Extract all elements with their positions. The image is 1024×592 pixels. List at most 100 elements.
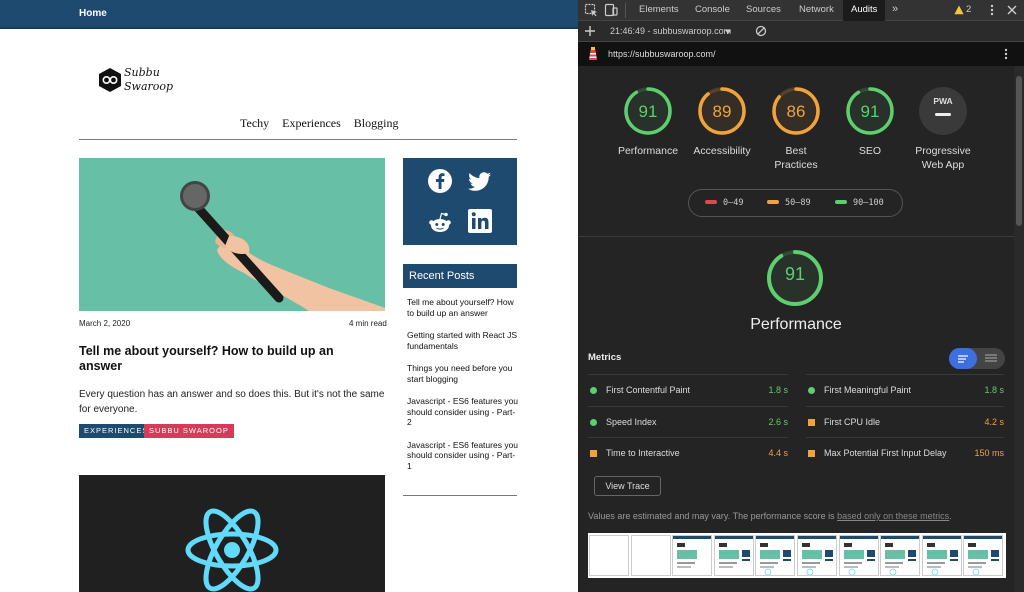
- report-menu-icon[interactable]: [999, 47, 1013, 61]
- filmstrip-frame[interactable]: [921, 535, 962, 576]
- react-post-image[interactable]: [79, 475, 385, 592]
- filmstrip-frame[interactable]: [589, 535, 629, 576]
- tab-elements[interactable]: Elements: [639, 4, 679, 15]
- audit-toolbar: 21:46:49 - subbuswaroop.com: [578, 21, 1024, 42]
- recent-post-link[interactable]: Javascript - ES6 features you should con…: [407, 440, 519, 472]
- average-marker-icon: [767, 200, 779, 204]
- average-square-icon: [808, 418, 815, 426]
- recent-post-link[interactable]: Tell me about yourself? How to build up …: [407, 297, 519, 318]
- gauge-accessibility[interactable]: 89 Accessibility: [689, 86, 755, 158]
- filmstrip-frame[interactable]: [713, 535, 754, 576]
- metric-name: First Contentful Paint: [606, 385, 691, 395]
- post-read-time: 4 min read: [349, 319, 387, 328]
- gauge-value: 91: [860, 102, 880, 121]
- warning-icon[interactable]: [954, 5, 964, 15]
- gauge-best-practices[interactable]: 86 Best Practices: [763, 86, 829, 172]
- logo-line-1: Subbu: [124, 66, 160, 79]
- facebook-icon[interactable]: [427, 168, 453, 194]
- device-toolbar-icon[interactable]: [604, 3, 618, 17]
- performance-title: Performance: [750, 316, 842, 333]
- gauge-label: Accessibility: [693, 145, 751, 157]
- filmstrip-frame[interactable]: [755, 535, 796, 576]
- tab-audits[interactable]: Audits: [843, 0, 886, 21]
- close-devtools-icon[interactable]: [1005, 3, 1019, 17]
- filmstrip: [588, 533, 1006, 578]
- sidebar-divider: [403, 495, 517, 496]
- metrics-link[interactable]: based only on these metrics: [837, 511, 949, 521]
- menu-item-experiences[interactable]: Experiences: [282, 116, 341, 130]
- page-thumbnail: [798, 536, 836, 576]
- devtools-panel: Elements Console Sources Network Audits …: [578, 0, 1024, 592]
- recent-post-link[interactable]: Getting started with React JS fundamenta…: [407, 330, 519, 351]
- lighthouse-icon: [589, 47, 597, 60]
- warning-count[interactable]: 2: [966, 4, 971, 15]
- lines-icon: [958, 355, 968, 363]
- tab-separator: [625, 3, 626, 18]
- filmstrip-frame[interactable]: [672, 535, 713, 576]
- gauge-pwa[interactable]: PWA Progressive Web App: [905, 86, 981, 172]
- metric-value: 150 ms: [974, 448, 1004, 458]
- nav-home-link[interactable]: Home: [79, 8, 107, 19]
- gauge-performance[interactable]: 91 Performance: [615, 86, 681, 158]
- chevron-down-icon[interactable]: [724, 28, 732, 36]
- scrollbar-thumb[interactable]: [1016, 76, 1022, 226]
- filmstrip-frame[interactable]: [630, 535, 671, 576]
- metric-name: Time to Interactive: [606, 448, 680, 458]
- tag-experiences[interactable]: EXPERIENCES: [79, 424, 154, 438]
- devtools-scrollbar[interactable]: [1014, 66, 1024, 592]
- page-thumbnail: [922, 536, 961, 576]
- tab-sources[interactable]: Sources: [746, 4, 781, 15]
- menu-item-techy[interactable]: Techy: [240, 116, 269, 130]
- page-thumbnail: [673, 536, 712, 568]
- website-viewport: Home Subbu Swaroop Techy Experiences Blo…: [0, 0, 578, 592]
- view-trace-button[interactable]: View Trace: [594, 476, 661, 496]
- logo-text[interactable]: Subbu Swaroop: [124, 66, 173, 94]
- filmstrip-frame[interactable]: [838, 535, 879, 576]
- post-hero-image[interactable]: [79, 158, 385, 311]
- audit-session-selector[interactable]: 21:46:49 - subbuswaroop.com: [610, 26, 731, 36]
- tab-network[interactable]: Network: [799, 4, 834, 15]
- reddit-icon[interactable]: [427, 210, 453, 236]
- page-thumbnail: [714, 536, 753, 568]
- good-circle-icon: [590, 387, 597, 394]
- pwa-badge-text: PWA: [933, 96, 953, 106]
- compact-view-icon[interactable]: [977, 348, 1005, 369]
- good-circle-icon: [590, 418, 597, 426]
- metrics-view-toggle[interactable]: [949, 348, 1005, 369]
- score-legend: 0–49 50–89 90–100: [688, 189, 903, 217]
- gauge-value: 91: [638, 102, 658, 121]
- tab-console[interactable]: Console: [695, 4, 730, 15]
- metrics-disclaimer: Values are estimated and may vary. The p…: [588, 511, 1008, 521]
- post-excerpt: Every question has an answer and so does…: [79, 389, 385, 415]
- clear-icon[interactable]: [755, 25, 767, 37]
- filmstrip-frame[interactable]: [880, 535, 921, 576]
- metric-name: First Meaningful Paint: [824, 385, 912, 395]
- audited-url[interactable]: https://subbuswaroop.com/: [608, 49, 716, 59]
- gauge-label: SEO: [858, 145, 882, 157]
- metric-row: First CPU Idle 4.2 s: [806, 405, 1004, 438]
- recent-post-link[interactable]: Javascript - ES6 features you should con…: [407, 396, 519, 428]
- plus-icon[interactable]: [584, 25, 596, 37]
- inspect-element-icon[interactable]: [584, 3, 598, 17]
- react-logo-icon: [185, 508, 279, 592]
- logo-icon[interactable]: [96, 66, 124, 94]
- devtools-tab-bar: Elements Console Sources Network Audits …: [578, 0, 1024, 21]
- metric-row: Max Potential First Input Delay 150 ms: [806, 437, 1004, 469]
- linkedin-icon[interactable]: [467, 208, 493, 234]
- filmstrip-frame[interactable]: [797, 535, 837, 576]
- menu-item-blogging[interactable]: Blogging: [354, 116, 399, 130]
- metric-row: Speed Index 2.6 s: [588, 405, 788, 438]
- gauge-label: Progressive Web App: [915, 145, 971, 171]
- filmstrip-frame[interactable]: [963, 535, 1004, 576]
- page-thumbnail: [756, 536, 795, 576]
- audited-url-bar: https://subbuswaroop.com/: [578, 42, 1024, 66]
- kebab-menu-icon[interactable]: [985, 3, 999, 17]
- gauge-seo[interactable]: 91 SEO: [837, 86, 903, 158]
- tag-subbu-swaroop[interactable]: SUBBU SWAROOP: [144, 424, 234, 438]
- post-title[interactable]: Tell me about yourself? How to build up …: [79, 344, 379, 374]
- more-tabs-button[interactable]: »: [892, 3, 898, 15]
- recent-post-link[interactable]: Things you need before you start bloggin…: [407, 363, 519, 384]
- legend-range: 90–100: [853, 198, 884, 208]
- twitter-icon[interactable]: [467, 168, 493, 194]
- expanded-view-button[interactable]: [949, 348, 977, 369]
